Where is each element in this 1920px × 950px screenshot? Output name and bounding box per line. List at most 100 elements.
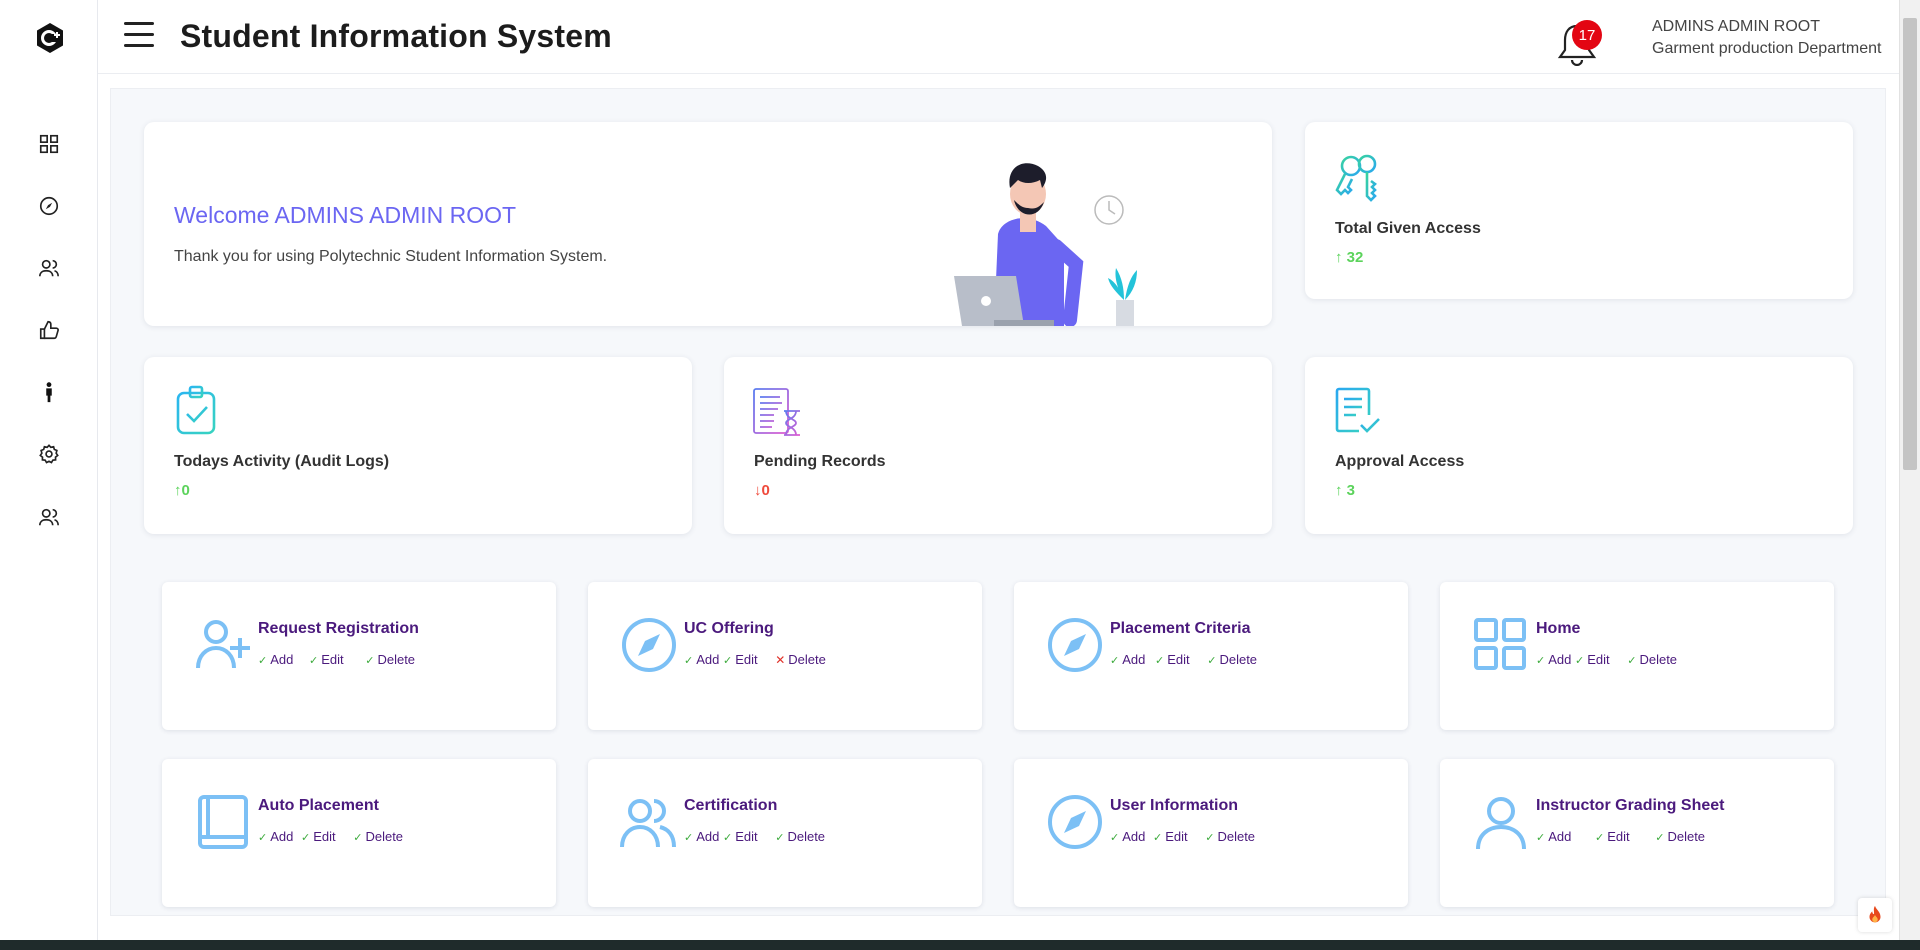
stat-value: ↑0 bbox=[174, 482, 190, 499]
module-actions: ✓ Add ✓ Edit ✓ Delete bbox=[1536, 652, 1685, 667]
user-info[interactable]: ADMINS ADMIN ROOT Garment production Dep… bbox=[1652, 16, 1892, 60]
module-actions: ✓ Add ✓ Edit ✓ Delete bbox=[1536, 829, 1713, 844]
stat-label: Total Given Access bbox=[1335, 220, 1481, 237]
module-actions: ✓ Add ✓ Edit ✓ Delete bbox=[1110, 652, 1265, 667]
module-card-instructor-grading-sheet[interactable]: Instructor Grading Sheet ✓ Add ✓ Edit ✓ Del… bbox=[1440, 759, 1834, 907]
sidebar-item-approvals[interactable] bbox=[37, 318, 61, 342]
stat-card-approval-access: Approval Access ↑ 3 bbox=[1305, 357, 1853, 534]
module-delete-action[interactable]: ✓ Delete bbox=[365, 652, 415, 667]
module-delete-action[interactable]: ✓ Delete bbox=[353, 829, 403, 844]
dashboard-content: Welcome ADMINS ADMIN ROOT Thank you for … bbox=[110, 88, 1886, 916]
trend-down-icon: ↓ bbox=[754, 482, 762, 499]
module-edit-action[interactable]: ✓ Edit bbox=[723, 829, 758, 844]
module-delete-action[interactable]: ✓ Delete bbox=[1627, 652, 1677, 667]
module-actions: ✓ Add ✓ Edit ✓ Delete bbox=[1110, 829, 1263, 844]
module-edit-action[interactable]: ✓ Edit bbox=[309, 652, 344, 667]
stat-card-total-given-access: Total Given Access ↑ 32 bbox=[1305, 122, 1853, 299]
module-title: Instructor Grading Sheet bbox=[1536, 797, 1725, 814]
module-edit-action[interactable]: ✓ Edit bbox=[1575, 652, 1610, 667]
compass-icon bbox=[1048, 618, 1102, 672]
app-logo[interactable] bbox=[34, 22, 66, 54]
module-actions: ✓ Add ✓ Edit ✓ Delete bbox=[258, 652, 423, 667]
vertical-scrollbar[interactable] bbox=[1899, 0, 1920, 940]
sidebar-item-users[interactable] bbox=[37, 256, 61, 280]
module-add-action[interactable]: ✓ Add bbox=[1536, 829, 1571, 844]
app-root: Student Information System 17 ADMINS ADM… bbox=[0, 0, 1920, 950]
module-actions: ✓ Add ✓ Edit ✕ Delete bbox=[684, 652, 834, 667]
module-edit-action[interactable]: ✓ Edit bbox=[1595, 829, 1630, 844]
sidebar bbox=[0, 0, 98, 940]
clipboard-check-icon bbox=[176, 385, 216, 435]
module-edit-action[interactable]: ✓ Edit bbox=[723, 652, 758, 667]
compass-icon bbox=[39, 196, 59, 216]
welcome-title: Welcome ADMINS ADMIN ROOT bbox=[174, 202, 517, 228]
dashboard-grid-icon bbox=[39, 134, 59, 154]
module-add-action[interactable]: ✓ Add bbox=[1536, 652, 1571, 667]
document-hourglass-icon bbox=[753, 388, 800, 436]
module-title: User Information bbox=[1110, 797, 1239, 814]
module-title: UC Offering bbox=[684, 620, 774, 637]
keys-icon bbox=[1335, 154, 1377, 202]
gear-icon bbox=[39, 444, 59, 464]
module-add-action[interactable]: ✓ Add bbox=[684, 652, 719, 667]
trend-up-icon: ↑ bbox=[174, 482, 182, 499]
module-edit-action[interactable]: ✓ Edit bbox=[1155, 652, 1190, 667]
stat-value: ↑ 3 bbox=[1335, 482, 1356, 499]
module-add-action[interactable]: ✓ Add bbox=[258, 652, 293, 667]
trend-up-icon: ↑ bbox=[1335, 482, 1347, 499]
notification-count-badge[interactable]: 17 bbox=[1572, 20, 1602, 50]
module-delete-action[interactable]: ✓ Delete bbox=[1655, 829, 1705, 844]
welcome-card: Welcome ADMINS ADMIN ROOT Thank you for … bbox=[144, 122, 1272, 326]
module-card-user-information[interactable]: User Information ✓ Add ✓ Edit ✓ Delete bbox=[1014, 759, 1408, 907]
module-title: Certification bbox=[684, 797, 778, 814]
developer-illustration bbox=[954, 163, 1137, 326]
module-delete-action[interactable]: ✓ Delete bbox=[1207, 652, 1257, 667]
menu-toggle-button[interactable] bbox=[124, 22, 154, 50]
module-delete-action[interactable]: ✓ Delete bbox=[1205, 829, 1255, 844]
module-title: Request Registration bbox=[258, 620, 419, 637]
sidebar-item-explore[interactable] bbox=[37, 194, 61, 218]
module-card-uc-offering[interactable]: UC Offering ✓ Add ✓ Edit ✕ Delete bbox=[588, 582, 982, 730]
module-add-action[interactable]: ✓ Add bbox=[1110, 652, 1145, 667]
sidebar-item-accounts[interactable] bbox=[37, 505, 61, 529]
module-card-home[interactable]: Home ✓ Add ✓ Edit ✓ Delete bbox=[1440, 582, 1834, 730]
stat-value: ↓0 bbox=[754, 482, 770, 499]
module-actions: ✓ Add ✓ Edit ✓ Delete bbox=[258, 829, 411, 844]
module-card-placement-criteria[interactable]: Placement Criteria ✓ Add ✓ Edit ✓ Delete bbox=[1014, 582, 1408, 730]
module-card-request-registration[interactable]: Request Registration ✓ Add ✓ Edit ✓ Delete bbox=[162, 582, 556, 730]
stat-label: Approval Access bbox=[1335, 453, 1465, 470]
sidebar-item-person[interactable] bbox=[37, 380, 61, 404]
add-user-icon bbox=[196, 620, 250, 669]
module-add-action[interactable]: ✓ Add bbox=[258, 829, 293, 844]
fire-icon[interactable] bbox=[1858, 898, 1892, 932]
sidebar-item-dashboard[interactable] bbox=[37, 132, 61, 156]
module-edit-action[interactable]: ✓ Edit bbox=[1153, 829, 1188, 844]
person-icon bbox=[46, 382, 52, 403]
page-title: Student Information System bbox=[180, 18, 612, 54]
module-title: Auto Placement bbox=[258, 797, 379, 814]
welcome-text: Thank you for using Polytechnic Student … bbox=[174, 248, 608, 265]
compass-icon bbox=[622, 618, 676, 672]
module-actions: ✓ Add ✓ Edit ✓ Delete bbox=[684, 829, 833, 844]
module-title: Home bbox=[1536, 620, 1581, 637]
stat-label: Todays Activity (Audit Logs) bbox=[174, 453, 390, 470]
module-add-action[interactable]: ✓ Add bbox=[1110, 829, 1145, 844]
scrollbar-thumb[interactable] bbox=[1903, 18, 1917, 470]
stat-card-pending-records: Pending Records ↓0 bbox=[724, 357, 1272, 534]
module-add-action[interactable]: ✓ Add bbox=[684, 829, 719, 844]
module-delete-action[interactable]: ✕ Delete bbox=[775, 652, 826, 667]
users-icon bbox=[39, 508, 59, 526]
module-delete-action[interactable]: ✓ Delete bbox=[775, 829, 825, 844]
sidebar-item-settings[interactable] bbox=[37, 442, 61, 466]
module-card-auto-placement[interactable]: Auto Placement ✓ Add ✓ Edit ✓ Delete bbox=[162, 759, 556, 907]
thumbs-up-icon bbox=[39, 320, 59, 340]
compass-icon bbox=[1048, 795, 1102, 849]
user-name: ADMINS ADMIN ROOT bbox=[1652, 18, 1821, 35]
book-icon bbox=[198, 795, 248, 849]
stat-value: ↑ 32 bbox=[1335, 249, 1364, 266]
users-icon bbox=[620, 799, 676, 848]
top-header: Student Information System 17 ADMINS ADM… bbox=[98, 0, 1899, 74]
module-edit-action[interactable]: ✓ Edit bbox=[301, 829, 336, 844]
module-title: Placement Criteria bbox=[1110, 620, 1251, 637]
module-card-certification[interactable]: Certification ✓ Add ✓ Edit ✓ Delete bbox=[588, 759, 982, 907]
